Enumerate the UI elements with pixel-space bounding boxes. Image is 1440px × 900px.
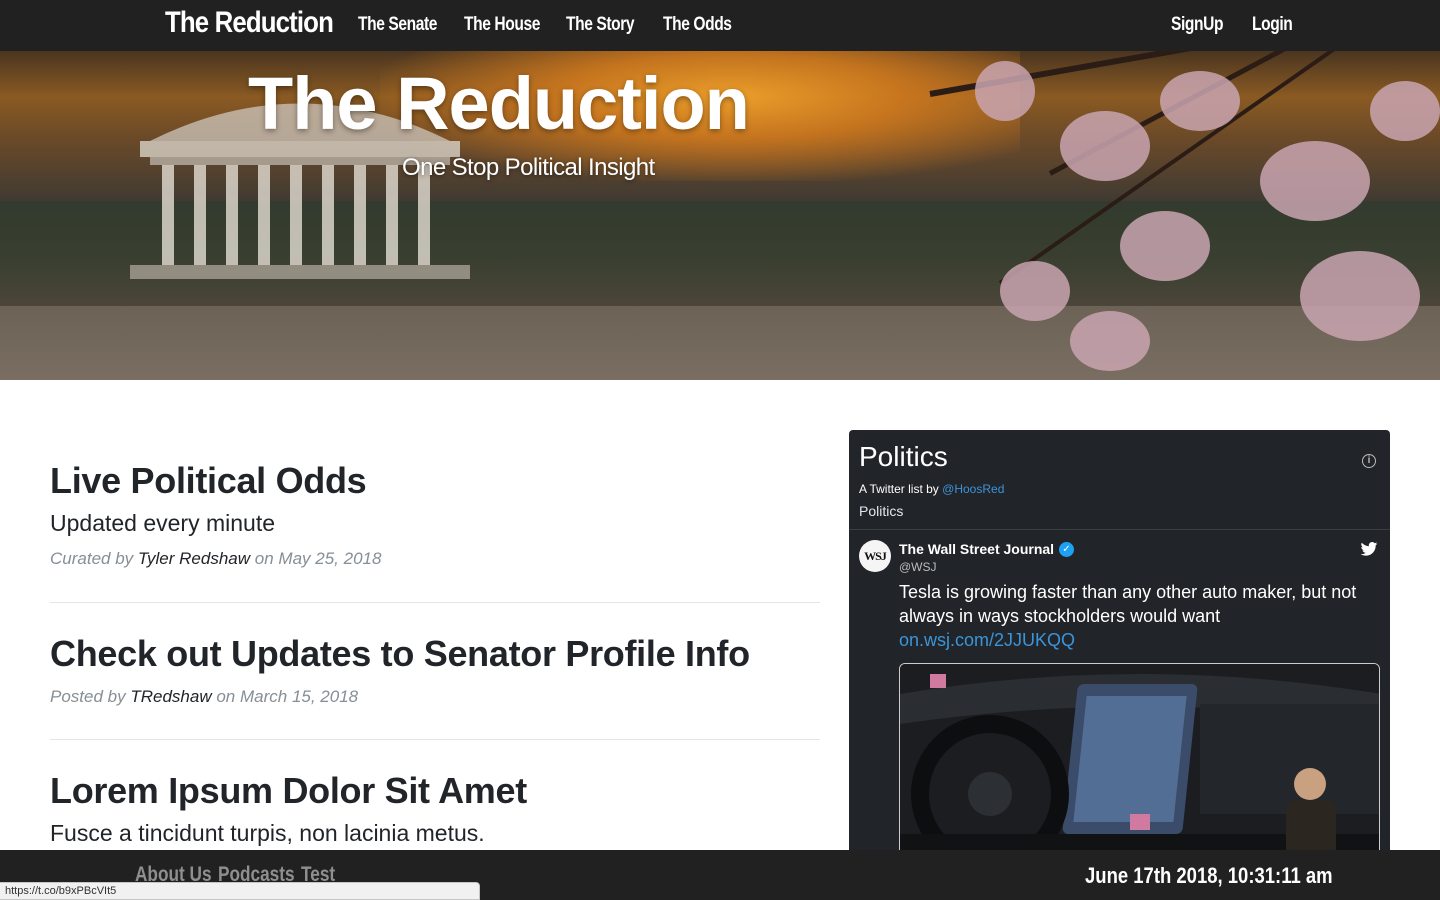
post-title[interactable]: Live Political Odds [50, 460, 820, 502]
blossom-cluster [1260, 141, 1370, 221]
blossom-cluster [1060, 111, 1150, 181]
twitter-list-title[interactable]: Politics [859, 441, 948, 473]
twitter-bird-icon[interactable] [1360, 542, 1378, 556]
hero-title: The Reduction [248, 62, 750, 145]
blossom-cluster [1070, 311, 1150, 371]
tweet-author-name[interactable]: The Wall Street Journal [899, 541, 1054, 557]
post-author[interactable]: TRedshaw [130, 687, 211, 706]
blossom-cluster [1300, 251, 1420, 341]
twitter-list-by-label: A Twitter list by [859, 482, 939, 496]
blossom-cluster [1120, 211, 1210, 281]
post-subtitle: Updated every minute [50, 510, 276, 536]
post-title[interactable]: Check out Updates to Senator Profile Inf… [50, 633, 820, 675]
twitter-list-owner-handle[interactable]: @HoosRed [942, 482, 1004, 496]
post-subtitle: Fusce a tincidunt turpis, non lacinia me… [50, 820, 485, 846]
post-preview: Check out Updates to Senator Profile Inf… [50, 633, 820, 707]
live-clock: June 17th 2018, 10:31:11 am [1085, 863, 1333, 888]
post-date: March 15, 2018 [240, 687, 359, 706]
post-meta-on: on [254, 549, 274, 568]
twitter-list-name: Politics [859, 503, 904, 519]
avatar[interactable]: WSJ [859, 540, 891, 572]
hero-subtitle: One Stop Political Insight [402, 154, 655, 181]
info-icon[interactable]: i [1362, 454, 1376, 468]
post-meta-on: on [216, 687, 236, 706]
browser-status-url: https://t.co/b9xPBcVIt5 [0, 882, 480, 900]
post-meta-prefix: Posted by [50, 687, 126, 706]
tweet-body: Tesla is growing faster than any other a… [899, 582, 1357, 626]
navbar-brand[interactable]: The Reduction [165, 6, 334, 40]
twitter-list-widget: Politics A Twitter list by @HoosRed Poli… [849, 430, 1390, 900]
post-divider [50, 739, 820, 740]
blossom-cluster [975, 61, 1035, 121]
post-author[interactable]: Tyler Redshaw [138, 549, 250, 568]
twitter-list-owner: A Twitter list by @HoosRed [859, 482, 1004, 496]
hero-banner: The Reduction One Stop Political Insight [0, 51, 1440, 380]
post-meta: Posted by TRedshaw on March 15, 2018 [50, 687, 820, 707]
nav-link-house[interactable]: The House [464, 14, 540, 36]
post-date: May 25, 2018 [278, 549, 382, 568]
blossom-cluster [1370, 81, 1440, 141]
nav-link-odds[interactable]: The Odds [663, 14, 732, 36]
top-navbar: The Reduction The Senate The House The S… [0, 0, 1440, 51]
blossom-cluster [1000, 261, 1070, 321]
verified-badge-icon: ✓ [1059, 542, 1074, 557]
post-preview: Live Political Odds Updated every minute… [50, 460, 820, 569]
blossom-cluster [1160, 71, 1240, 131]
signup-link[interactable]: SignUp [1171, 14, 1223, 36]
twitter-widget-header: Politics A Twitter list by @HoosRed Poli… [849, 430, 1390, 530]
login-link[interactable]: Login [1252, 14, 1293, 36]
tweet-link[interactable]: on.wsj.com/2JJUKQQ [899, 630, 1075, 650]
tweet-author-handle[interactable]: @WSJ [899, 560, 937, 574]
tweet-text: Tesla is growing faster than any other a… [899, 580, 1369, 652]
hero-water [0, 306, 1440, 380]
post-meta: Curated by Tyler Redshaw on May 25, 2018 [50, 549, 820, 569]
nav-link-senate[interactable]: The Senate [358, 14, 437, 36]
post-title[interactable]: Lorem Ipsum Dolor Sit Amet [50, 770, 820, 812]
post-preview: Lorem Ipsum Dolor Sit Amet Fusce a tinci… [50, 770, 820, 847]
post-meta-prefix: Curated by [50, 549, 134, 568]
nav-link-story[interactable]: The Story [566, 14, 635, 36]
post-divider [50, 602, 820, 603]
